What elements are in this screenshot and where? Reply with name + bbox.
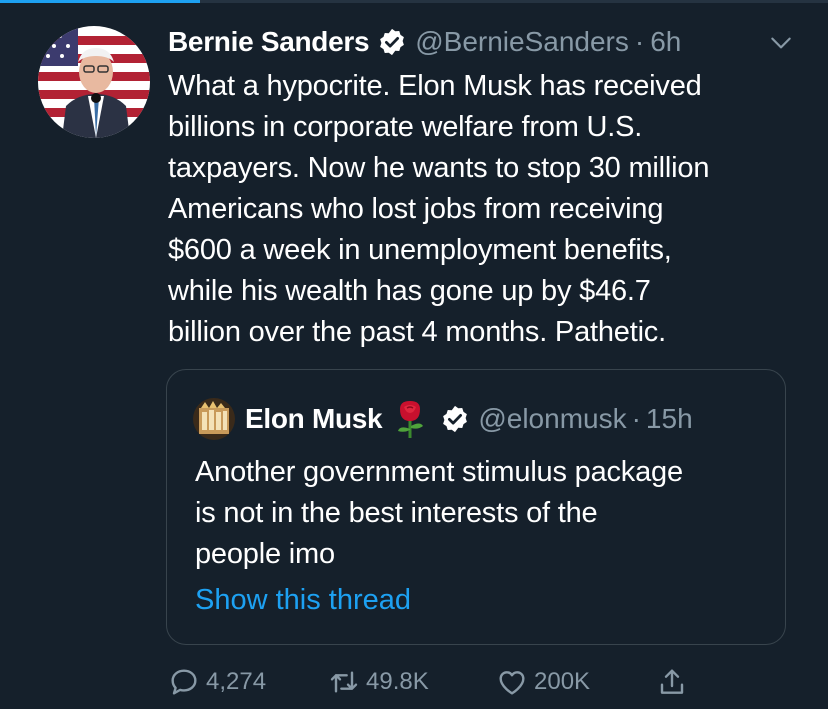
like-count: 200K xyxy=(534,668,591,695)
top-divider xyxy=(0,0,828,3)
tweet-text-line: What a hypocrite. Elon Musk has received xyxy=(168,70,702,102)
tweet-text-line: taxpayers. Now he wants to stop 30 milli… xyxy=(168,152,710,184)
author-avatar[interactable] xyxy=(38,26,150,138)
retweet-count: 49.8K xyxy=(366,668,429,695)
separator-dot: · xyxy=(631,403,641,434)
quoted-tweet-header: Elon Musk @elonmusk · 15h xyxy=(193,398,693,440)
tweet-header: Bernie Sanders @BernieSanders · 6h xyxy=(168,22,798,62)
quoted-author-avatar xyxy=(193,398,235,440)
tweet-time[interactable]: 6h xyxy=(650,26,681,58)
quoted-text-line: Another government stimulus package xyxy=(195,456,683,488)
verified-badge-icon xyxy=(443,405,468,433)
retweet-button[interactable]: 49.8K xyxy=(328,662,429,702)
share-button[interactable] xyxy=(656,662,694,702)
quoted-tweet-text: Another government stimulus package is n… xyxy=(195,452,775,575)
quoted-tweet-time: 15h xyxy=(645,403,693,434)
reply-button[interactable]: 4,274 xyxy=(168,662,266,702)
reply-icon xyxy=(171,669,197,695)
quoted-tweet-card[interactable]: Elon Musk @elonmusk · 15h Another govern… xyxy=(166,369,786,645)
tweet-text-line: while his wealth has gone up by $46.7 xyxy=(168,275,651,307)
tweet-text: What a hypocrite. Elon Musk has received… xyxy=(168,66,818,353)
tweet-text-line: billion over the past 4 months. Pathetic… xyxy=(168,316,666,348)
rose-emoji-icon xyxy=(398,401,424,438)
separator-dot: · xyxy=(634,26,645,57)
tweet-actions: 4,274 49.8K 200K xyxy=(168,662,728,702)
quoted-text-line: people imo xyxy=(195,538,335,570)
author-name[interactable]: Bernie Sanders xyxy=(168,26,370,58)
show-thread-link[interactable]: Show this thread xyxy=(195,584,411,617)
quoted-author-name: Elon Musk xyxy=(245,403,383,434)
top-accent xyxy=(0,0,200,3)
tweet-text-line: $600 a week in unemployment benefits, xyxy=(168,234,672,266)
quoted-author-handle: @elonmusk xyxy=(478,403,627,434)
tweet-text-line: Americans who lost jobs from receiving xyxy=(168,193,664,225)
verified-badge-icon xyxy=(380,28,405,56)
share-icon xyxy=(660,669,684,694)
tweet-text-line: billions in corporate welfare from U.S. xyxy=(168,111,643,143)
like-button[interactable]: 200K xyxy=(496,662,590,702)
reply-count: 4,274 xyxy=(206,668,267,695)
heart-icon xyxy=(499,671,525,695)
retweet-icon xyxy=(330,671,358,693)
quoted-text-line: is not in the best interests of the xyxy=(195,497,598,529)
author-handle[interactable]: @BernieSanders xyxy=(415,26,629,58)
chevron-down-icon[interactable] xyxy=(768,30,794,56)
